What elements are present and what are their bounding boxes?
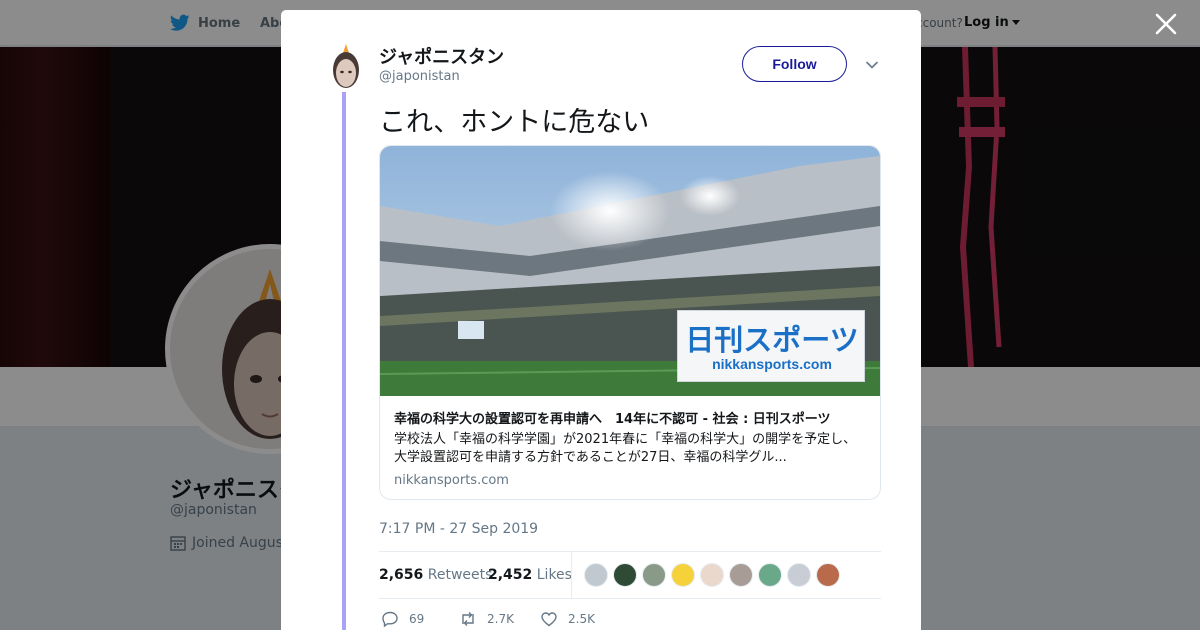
card-title: 幸福の科学大の設置認可を再申請へ 14年に不認可 - 社会 : 日刊スポーツ	[394, 412, 831, 427]
retweet-action[interactable]: 2.7K	[459, 610, 514, 628]
author-avatar[interactable]	[329, 42, 363, 90]
thread-line	[342, 92, 346, 630]
dark-green-avatar-icon[interactable]	[613, 563, 637, 587]
card-description: 学校法人「幸福の科学学園」が2021年春に「幸福の科学大」の開学を予定し、大学設…	[394, 432, 857, 465]
author-handle[interactable]: @japonistan	[379, 69, 460, 84]
pattern-avatar-icon[interactable]	[729, 563, 753, 587]
tweet-actions: 69 2.7K 2.5K	[379, 610, 881, 630]
reply-action[interactable]: 69	[381, 610, 424, 628]
retweets-count: 2,656	[379, 567, 424, 583]
penguin-avatar-icon[interactable]	[671, 563, 695, 587]
portrait-avatar-icon[interactable]	[816, 563, 840, 587]
tweet-text: これ、ホントに危ない	[379, 107, 650, 138]
gray-abstract-avatar-icon[interactable]	[787, 563, 811, 587]
like-count: 2.5K	[568, 612, 595, 626]
logo-main-text: 日刊スポーツ	[685, 323, 859, 357]
logo-sub-text: nikkansports.com	[712, 356, 832, 372]
retweet-icon	[462, 612, 474, 626]
likes-stat[interactable]: 2,452 Likes	[488, 567, 572, 583]
author-name[interactable]: ジャポニスタン	[379, 43, 504, 69]
heart-icon	[541, 612, 557, 627]
green-figure-avatar-icon[interactable]	[758, 563, 782, 587]
default-avatar-icon[interactable]	[584, 563, 608, 587]
liker-avatars	[584, 563, 840, 587]
chevron-down-icon[interactable]	[865, 58, 879, 72]
sketch-avatar-icon[interactable]	[700, 563, 724, 587]
retweet-count: 2.7K	[487, 612, 514, 626]
card-domain: nikkansports.com	[394, 473, 509, 488]
tweet-modal: ジャポニスタン @japonistan Follow これ、ホントに危ない 日刊…	[281, 10, 921, 630]
follow-button[interactable]: Follow	[742, 46, 847, 82]
reply-count: 69	[409, 612, 425, 626]
likes-label: Likes	[536, 567, 572, 583]
tweet-stats: 2,656 Retweets 2,452 Likes	[379, 551, 881, 599]
retweets-stat[interactable]: 2,656 Retweets	[379, 567, 492, 583]
like-action[interactable]: 2.5K	[540, 610, 595, 628]
close-icon[interactable]	[1154, 12, 1178, 36]
landscape-avatar-icon[interactable]	[642, 563, 666, 587]
link-card[interactable]: 日刊スポーツ nikkansports.com 幸福の科学大の設置認可を再申請へ…	[379, 145, 881, 500]
likes-count: 2,452	[488, 567, 533, 583]
reply-icon	[382, 611, 398, 628]
retweets-label: Retweets	[427, 567, 493, 583]
stats-divider	[571, 552, 572, 598]
nikkansports-logo: 日刊スポーツ nikkansports.com	[677, 310, 865, 382]
tweet-timestamp[interactable]: 7:17 PM - 27 Sep 2019	[379, 521, 538, 537]
